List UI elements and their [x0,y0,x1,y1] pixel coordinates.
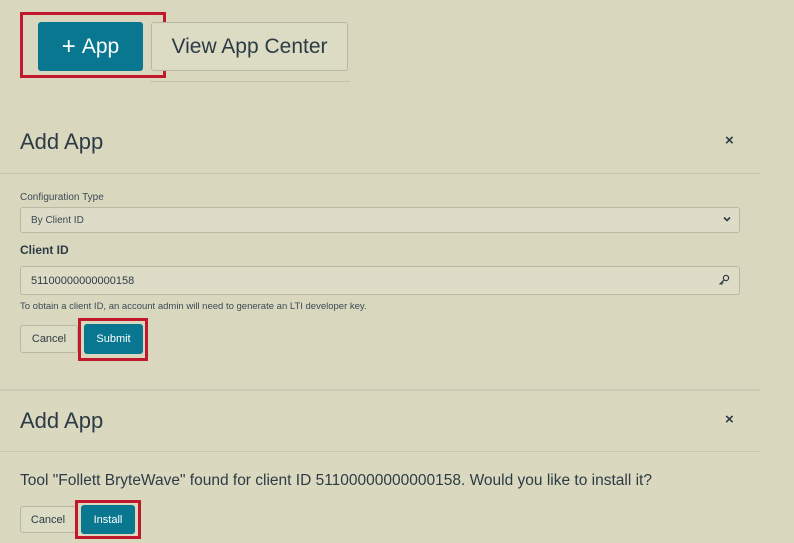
modal-header-divider [0,173,760,174]
highlight-box-submit [78,318,148,361]
install-header-divider [0,451,760,452]
cancel-button[interactable]: Cancel [20,325,78,353]
highlight-box-install [75,500,141,539]
cancel-label: Cancel [31,333,67,345]
configuration-type-value: By Client ID [31,214,84,226]
key-icon [719,274,730,286]
client-id-hint: To obtain a client ID, an account admin … [20,301,367,312]
toolbar-divider [150,81,350,82]
client-id-value: 51100000000000158 [31,274,135,287]
client-id-label: Client ID [20,243,69,257]
close-icon[interactable]: × [725,132,734,149]
modal-title: Add App [20,129,104,154]
chevron-down-icon [723,216,731,222]
highlight-box-add-app [20,12,166,78]
view-app-center-button[interactable]: View App Center [151,22,348,71]
configuration-type-select[interactable]: By Client ID [20,207,740,233]
install-cancel-button[interactable]: Cancel [20,506,76,533]
install-close-icon[interactable]: × [725,411,734,428]
configuration-type-label: Configuration Type [20,192,104,203]
install-modal-title: Add App [20,408,104,433]
client-id-input[interactable]: 51100000000000158 [20,266,740,295]
view-app-center-label: View App Center [171,34,328,58]
install-cancel-label: Cancel [30,513,66,526]
tool-found-message: Tool "Follett BryteWave" found for clien… [20,472,652,489]
